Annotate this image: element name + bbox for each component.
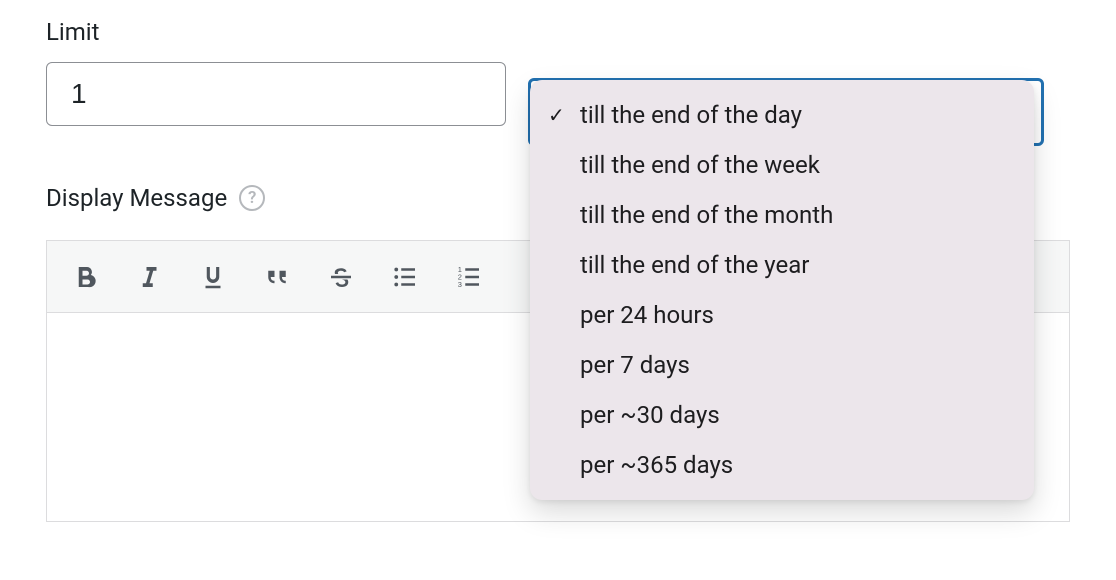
period-option[interactable]: ✓till the end of the day: [530, 90, 1034, 140]
period-option-label: per ~30 days: [580, 401, 720, 429]
bold-icon: [70, 262, 100, 292]
unordered-list-icon: [390, 262, 420, 292]
period-option-label: till the end of the day: [580, 101, 802, 129]
ordered-list-icon: 123: [454, 262, 484, 292]
period-option[interactable]: ✓per 7 days: [530, 340, 1034, 390]
limit-input[interactable]: [46, 62, 506, 126]
quote-icon: [262, 262, 292, 292]
period-dropdown[interactable]: ✓till the end of the day✓till the end of…: [530, 80, 1034, 500]
period-option-label: per ~365 days: [580, 451, 733, 479]
period-option[interactable]: ✓till the end of the year: [530, 240, 1034, 290]
period-option-label: till the end of the year: [580, 251, 809, 279]
period-option[interactable]: ✓till the end of the week: [530, 140, 1034, 190]
strikethrough-button[interactable]: [313, 249, 369, 305]
strikethrough-icon: [326, 262, 356, 292]
svg-text:3: 3: [458, 280, 462, 289]
unordered-list-button[interactable]: [377, 249, 433, 305]
help-icon[interactable]: ?: [239, 185, 265, 211]
period-option[interactable]: ✓per ~365 days: [530, 440, 1034, 490]
display-message-label: Display Message: [46, 184, 227, 212]
period-option[interactable]: ✓per ~30 days: [530, 390, 1034, 440]
period-option-label: till the end of the week: [580, 151, 820, 179]
period-option-label: per 7 days: [580, 351, 690, 379]
bold-button[interactable]: [57, 249, 113, 305]
check-icon: ✓: [548, 103, 580, 127]
period-option[interactable]: ✓per 24 hours: [530, 290, 1034, 340]
period-option-label: till the end of the month: [580, 201, 833, 229]
ordered-list-button[interactable]: 123: [441, 249, 497, 305]
period-option-label: per 24 hours: [580, 301, 714, 329]
blockquote-button[interactable]: [249, 249, 305, 305]
italic-button[interactable]: [121, 249, 177, 305]
italic-icon: [134, 262, 164, 292]
underline-button[interactable]: [185, 249, 241, 305]
period-option[interactable]: ✓till the end of the month: [530, 190, 1034, 240]
underline-icon: [198, 262, 228, 292]
limit-label: Limit: [46, 18, 1070, 46]
